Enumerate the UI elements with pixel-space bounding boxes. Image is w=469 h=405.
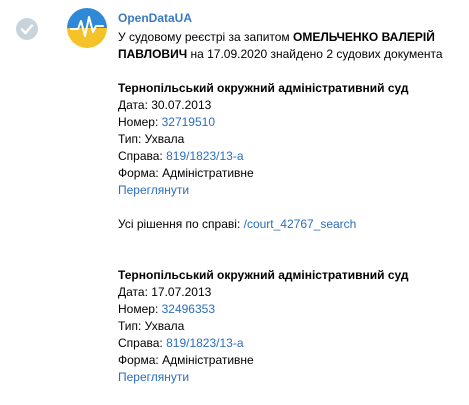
case-number-link[interactable]: 819/1823/13-а (166, 149, 243, 163)
court-document-2: Тернопільський окружний адміністративний… (118, 267, 463, 386)
document-form: Форма: Адміністративне (118, 353, 254, 367)
sender-name[interactable]: OpenDataUA (118, 10, 463, 27)
court-name: Тернопільський окружний адміністративний… (118, 81, 409, 95)
document-case: Справа: 819/1823/13-а (118, 149, 244, 163)
document-case: Справа: 819/1823/13-а (118, 336, 244, 350)
document-number-link[interactable]: 32496353 (162, 302, 215, 316)
document-date: Дата: 17.07.2013 (118, 285, 212, 299)
avatar[interactable] (67, 8, 107, 48)
opendataua-logo-icon (67, 8, 107, 48)
read-check-badge (16, 18, 38, 40)
document-number-link[interactable]: 32719510 (162, 115, 215, 129)
view-document-link[interactable]: Переглянути (118, 183, 189, 197)
document-date: Дата: 30.07.2013 (118, 98, 212, 112)
court-name: Тернопільський окружний адміністративний… (118, 268, 409, 282)
court-document-1: Тернопільський окружний адміністративний… (118, 80, 463, 199)
document-number: Номер: 32719510 (118, 115, 215, 129)
intro-suffix: на 17.09.2020 знайдено 2 судових докумен… (187, 47, 443, 61)
all-decisions-line: Усі рішення по справі: /court_42767_sear… (118, 216, 463, 233)
chat-message: OpenDataUA У судовому реєстрі за запитом… (118, 10, 463, 386)
all-decisions-label: Усі рішення по справі: (118, 217, 244, 231)
all-decisions-command-link[interactable]: /court_42767_search (244, 217, 357, 231)
document-form: Форма: Адміністративне (118, 166, 254, 180)
document-type: Тип: Ухвала (118, 132, 185, 146)
intro-prefix: У судовому реєстрі за запитом (118, 30, 294, 44)
view-document-link[interactable]: Переглянути (118, 370, 189, 384)
check-icon (20, 24, 34, 35)
case-number-link[interactable]: 819/1823/13-а (166, 336, 243, 350)
document-number: Номер: 32496353 (118, 302, 215, 316)
message-intro: У судовому реєстрі за запитом ОМЕЛЬЧЕНКО… (118, 29, 463, 63)
document-type: Тип: Ухвала (118, 319, 185, 333)
